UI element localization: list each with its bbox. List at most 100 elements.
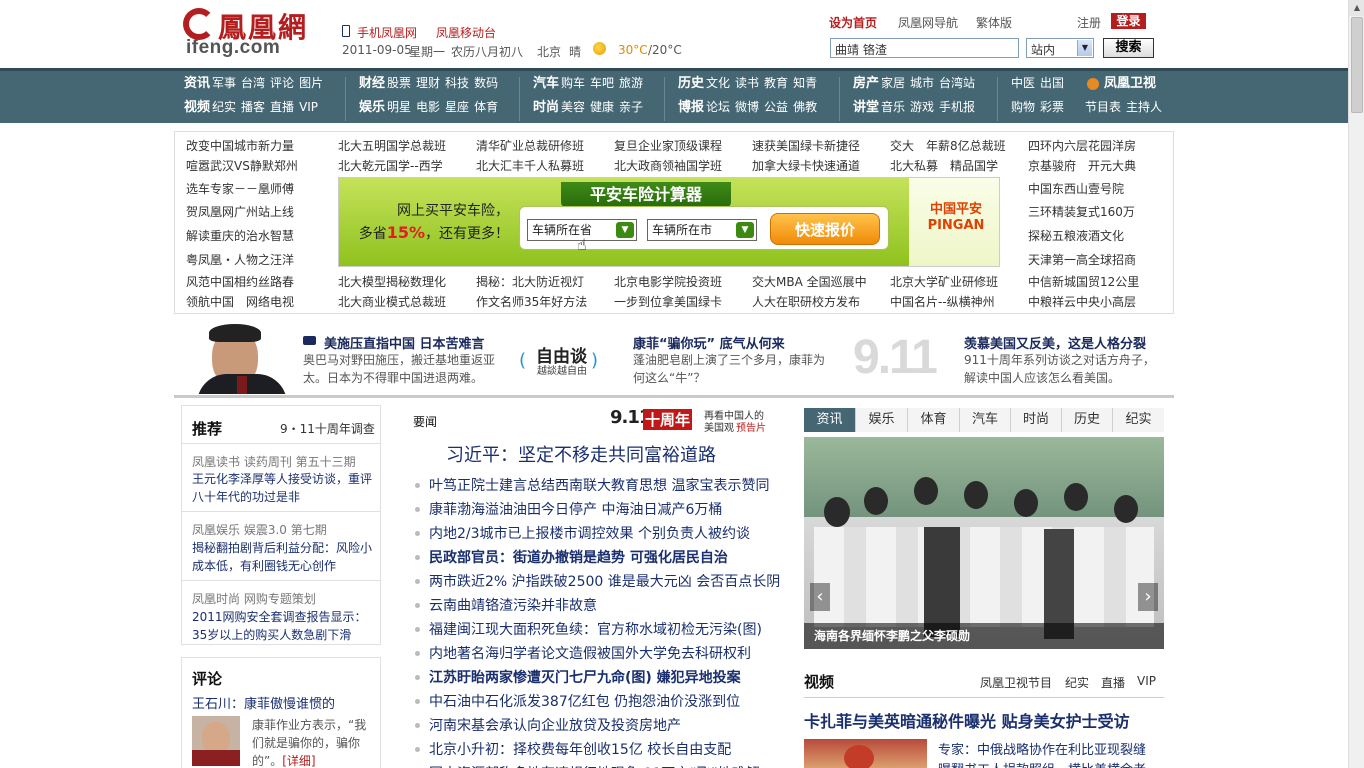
ad-link[interactable]: 北大私募 精品国学 [890, 157, 998, 174]
quick-quote-button[interactable]: 快速报价 [770, 213, 880, 245]
photo-caption[interactable]: 海南各界缅怀李鹏之父李硕勋 [804, 623, 1164, 649]
nav-group-misc1[interactable]: 中医 出国 [1011, 73, 1069, 93]
news-list-item[interactable]: 江苏盱眙两家惨遭灭门七尸九命(图) 嫌犯异地投案 [429, 667, 741, 687]
nine-eleven-logo[interactable]: 9.11 [853, 330, 938, 385]
free-talk-logo[interactable]: ( 自由谈 越談越自由 ) [519, 342, 599, 378]
tab-sports[interactable]: 体育 [908, 408, 960, 432]
promo-2-title[interactable]: 康菲“骗你玩” 底气从何来 [633, 333, 785, 352]
photo-next-arrow-icon[interactable]: › [1138, 583, 1158, 611]
phoenix-logo-icon[interactable] [183, 8, 215, 40]
video-link-documentary[interactable]: 纪实 [1065, 674, 1089, 691]
ad-link[interactable]: 探秘五粮液酒文化 [1028, 227, 1124, 244]
ad-link[interactable]: 北大汇丰千人私募班 [476, 157, 584, 174]
ad-link[interactable]: 京基骏府 开元大典 [1028, 157, 1136, 174]
ad-link[interactable]: 风范中国相约丝路春 [186, 273, 294, 290]
ad-link[interactable]: 中国东西山壹号院 [1028, 180, 1124, 197]
recommend-meta[interactable]: 凤凰读书 读药周刊 第五十三期 [192, 453, 356, 470]
tab-fashion[interactable]: 时尚 [1011, 408, 1062, 432]
scroll-up-arrow-icon[interactable]: ▲ [1349, 0, 1364, 16]
ad-link[interactable]: 三环精装复式160万 [1028, 203, 1135, 220]
news-list-item[interactable]: 叶笃正院士建言总结西南联大教育思想 温家宝表示赞同 [429, 475, 769, 495]
news-list-item[interactable]: 两市跌近2% 沪指跌破2500 谁是最大元凶 会否百点长阴 [429, 571, 780, 591]
ad-link[interactable]: 中国名片--纵横神州 [890, 293, 995, 310]
recommend-meta[interactable]: 凤凰时尚 网购专题策划 [192, 590, 316, 607]
news-list-item[interactable]: 福建闽江现大面积死鱼续：官方称水域初检无污染(图) [429, 619, 762, 639]
nav-group-auto[interactable]: 汽车 购车 车吧 旅游 [533, 73, 648, 93]
recommend-link[interactable]: 2011网购安全套调查报告显示：35岁以上的购买人数急剧下滑 [192, 608, 376, 644]
news-list-item[interactable]: 河南宋基会承认向企业放贷及投资房地产 [429, 715, 681, 735]
news-list-item[interactable]: 康菲渤海溢油油田今日停产 中海油日减产6万桶 [429, 499, 722, 519]
logo-english[interactable]: ifeng.com [186, 37, 280, 59]
ad-link[interactable]: 贺凤凰网广州站上线 [186, 203, 294, 220]
ad-link[interactable]: 清华矿业总裁研修班 [476, 137, 584, 154]
promo-1-title[interactable]: 美施压直指中国 日本苦难言 [324, 333, 485, 352]
nine-eleven-banner[interactable]: 9.11 十周年 再看中国人的 美国观 预告片 [610, 407, 770, 434]
ad-link[interactable]: 交大MBA 全国巡展中 [752, 273, 867, 290]
news-photo[interactable]: ‹ › 海南各界缅怀李鹏之父李硕勋 [804, 437, 1164, 649]
register-link[interactable]: 注册 [1077, 14, 1101, 31]
news-list-item[interactable]: 云南曲靖铬渣污染并非故意 [429, 595, 597, 615]
nav-guide-link[interactable]: 凤凰网导航 [898, 14, 958, 31]
news-list-item[interactable]: 民政部官员：街道办撤销是趋势 可强化居民自治 [429, 547, 728, 567]
ad-link[interactable]: 北京电影学院投资班 [614, 273, 722, 290]
ad-link[interactable]: 中粮祥云中央小高层 [1028, 293, 1136, 310]
ad-link[interactable]: 北大商业模式总裁班 [338, 293, 446, 310]
recommend-extra-link[interactable]: 9・11十周年调查 [280, 420, 375, 437]
video-headline[interactable]: 卡扎菲与美英暗通秘件曝光 贴身美女护士受访 [804, 708, 1130, 732]
ad-link[interactable]: 喧嚣武汉VS静默郑州 [186, 157, 298, 174]
video-sub-link[interactable]: 专家：中俄战略协作在利比亚现裂缝 [938, 739, 1146, 758]
ad-link[interactable]: 一步到位拿美国绿卡 [614, 293, 722, 310]
recommend-link[interactable]: 王元化李泽厚等人接受访谈，重评八十年代的功过是非 [192, 470, 376, 506]
nav-group-ent[interactable]: 娱乐 明星 电影 星座 体育 [359, 97, 503, 117]
ad-link[interactable]: 领航中国 网络电视 [186, 293, 294, 310]
top-headline[interactable]: 习近平：坚定不移走共同富裕道路 [446, 441, 716, 467]
scrollbar-thumb[interactable] [1351, 17, 1363, 113]
video-link-live[interactable]: 直播 [1101, 674, 1125, 691]
comment-more-link[interactable]: [详细] [282, 754, 315, 768]
ad-link[interactable]: 人大在职研校方发布 [752, 293, 860, 310]
nav-group-realestate[interactable]: 房产 家居 城市 台湾站 [853, 73, 980, 93]
ad-link[interactable]: 北大模型揭秘数理化 [338, 273, 446, 290]
nav-group-tv[interactable]: 节目表 主持人 [1085, 97, 1167, 117]
ad-link[interactable]: 北大五明国学总裁班 [338, 137, 446, 154]
nav-group-blog[interactable]: 博报 论坛 微博 公益 佛教 [678, 97, 822, 117]
news-list-item[interactable]: 国土资源部称多地存违规征地现象 91万亩“飞”地难解 [429, 763, 760, 768]
set-homepage-link[interactable]: 设为首页 [829, 14, 877, 31]
tab-auto[interactable]: 汽车 [960, 408, 1011, 432]
nav-group-lecture[interactable]: 讲堂 音乐 游戏 手机报 [853, 97, 980, 117]
nav-phoenix-tv[interactable]: 凤凰卫视 [1104, 73, 1158, 93]
ad-link[interactable]: 改变中国城市新力量 [186, 137, 294, 154]
ad-link[interactable]: 交大 年薪8亿总裁班 [890, 137, 1006, 154]
nav-group-finance[interactable]: 财经 股票 理财 科技 数码 [359, 73, 503, 93]
pingan-insurance-ad[interactable]: 平安车险计算器 网上买平安车险， 多省15%，还有更多！ 车辆所在省 ▼ 车辆所在… [338, 177, 1000, 267]
traditional-chinese-link[interactable]: 繁体版 [976, 14, 1012, 31]
ad-link[interactable]: 速获美国绿卡新捷径 [752, 137, 860, 154]
nav-group-video[interactable]: 视频 纪实 播客 直播 VIP [184, 97, 323, 117]
video-link-phoenix-tv[interactable]: 凤凰卫视节目 [980, 674, 1052, 691]
recommend-meta[interactable]: 凤凰娱乐 娱震3.0 第七期 [192, 521, 327, 538]
nav-group-news[interactable]: 资讯 军事 台湾 评论 图片 [184, 73, 328, 93]
weather-city[interactable]: 北京 [537, 43, 561, 60]
login-button[interactable]: 登录 [1111, 13, 1146, 29]
ad-link[interactable]: 解读重庆的治水智慧 [186, 227, 294, 244]
ad-link[interactable]: 粤凤凰・人物之汪洋 [186, 251, 294, 268]
nav-group-history[interactable]: 历史 文化 读书 教育 知青 [678, 73, 822, 93]
ad-link[interactable]: 天津第一高全球招商 [1028, 251, 1136, 268]
photo-prev-arrow-icon[interactable]: ‹ [810, 583, 830, 611]
news-list-item[interactable]: 中石油中石化派发387亿红包 仍抱怨油价没涨到位 [429, 691, 740, 711]
city-select[interactable]: 车辆所在市 ▼ [647, 219, 757, 241]
news-list-item[interactable]: 北京小升初：择校费每年创收15亿 校长自由支配 [429, 739, 731, 759]
ad-link[interactable]: 选车专家－－凰师傅 [186, 180, 294, 197]
news-list-item[interactable]: 内地2/3城市已上报楼市调控效果 个别负责人被约谈 [429, 523, 750, 543]
video-link-vip[interactable]: VIP [1137, 674, 1156, 688]
video-thumbnail[interactable] [804, 739, 927, 768]
politician-photo[interactable] [197, 324, 287, 394]
ad-link[interactable]: 北大乾元国学--西学 [338, 157, 443, 174]
ad-link[interactable]: 北京大学矿业研修班 [890, 273, 998, 290]
ad-link[interactable]: 作文名师35年好方法 [476, 293, 587, 310]
tab-history[interactable]: 历史 [1062, 408, 1113, 432]
search-scope-select[interactable]: 站内 ▼ [1026, 38, 1094, 58]
search-input[interactable]: 曲靖 铬渣 [830, 38, 1019, 58]
commentator-avatar[interactable] [192, 716, 240, 766]
ad-link[interactable]: 四环内六层花园洋房 [1028, 137, 1136, 154]
